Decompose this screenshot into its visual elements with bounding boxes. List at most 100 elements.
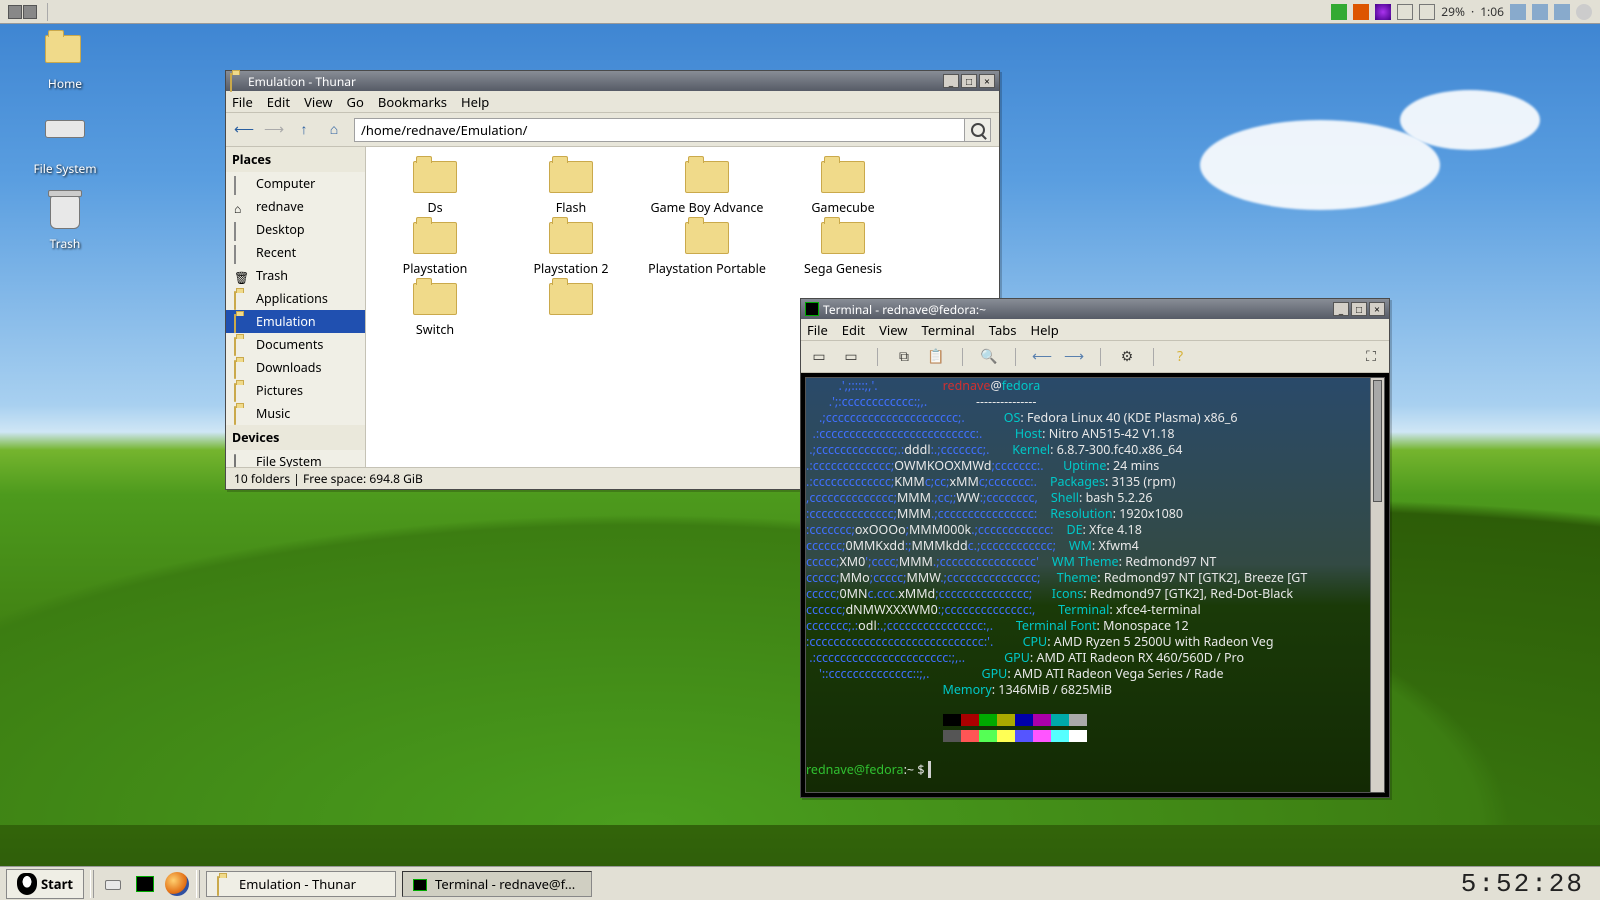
term-icon (413, 877, 429, 891)
new-window-button[interactable]: ▭ (841, 347, 861, 367)
quicklaunch-show-desktop[interactable] (100, 871, 126, 897)
places-item[interactable]: Recent (226, 241, 365, 264)
tray-icon[interactable] (1331, 4, 1347, 20)
battery-icon[interactable] (1419, 4, 1435, 20)
places-header: Places (226, 147, 365, 172)
places-item[interactable]: Documents (226, 333, 365, 356)
home-button[interactable]: ⌂ (324, 120, 344, 140)
desktop-icon-home[interactable]: Home (20, 35, 110, 92)
maximize-button[interactable]: □ (961, 74, 977, 88)
folder-item[interactable]: Switch (372, 283, 498, 338)
places-label: Emulation (256, 313, 316, 330)
places-item[interactable]: Desktop (226, 218, 365, 241)
devices-item[interactable]: File System (226, 450, 365, 467)
places-item[interactable]: Pictures (226, 379, 365, 402)
tray-icon[interactable] (1532, 4, 1548, 20)
places-item[interactable]: Applications (226, 287, 365, 310)
menu-help[interactable]: Help (461, 93, 489, 111)
up-button[interactable]: ↑ (294, 120, 314, 140)
menu-help[interactable]: Help (1030, 321, 1058, 339)
task-label: Emulation - Thunar (239, 875, 356, 893)
minimize-button[interactable]: _ (1333, 302, 1349, 316)
folder-item[interactable]: Playstation 2 (508, 222, 634, 277)
places-label: Trash (256, 267, 288, 284)
folder-item[interactable]: Playstation (372, 222, 498, 277)
taskbar-clock[interactable]: 5:52:28 (1451, 869, 1594, 899)
places-item[interactable]: ⌂rednave (226, 195, 365, 218)
help-button[interactable]: ? (1170, 347, 1190, 367)
task-button[interactable]: Terminal - rednave@f... (402, 871, 592, 897)
next-button[interactable]: ⟶ (1064, 347, 1084, 367)
folder-item[interactable]: Flash (508, 161, 634, 216)
menu-file[interactable]: File (807, 321, 828, 339)
find-button[interactable]: 🔍 (979, 347, 999, 367)
forward-button[interactable]: ⟶ (264, 120, 284, 140)
desktop-icon-trash[interactable]: Trash (20, 195, 110, 252)
folder-label: Ds (427, 199, 442, 216)
task-button[interactable]: Emulation - Thunar (206, 871, 396, 897)
folder-item[interactable]: Sega Genesis (780, 222, 906, 277)
copy-button[interactable]: ⧉ (894, 347, 914, 367)
menu-edit[interactable]: Edit (267, 93, 290, 111)
terminal-output[interactable]: .',;::::;,'. rednave@fedora .';:cccccccc… (805, 377, 1385, 793)
folder-item[interactable]: Ds (372, 161, 498, 216)
places-item[interactable]: Music (226, 402, 365, 425)
terminal-toolbar: ▭ ▭ ⧉ 📋 🔍 ⟵ ⟶ ⚙ ? ⛶ (801, 341, 1389, 373)
tray-icon[interactable] (1375, 4, 1391, 20)
folder-item[interactable]: Playstation Portable (644, 222, 770, 277)
search-button[interactable] (965, 118, 991, 142)
places-item[interactable]: Downloads (226, 356, 365, 379)
new-tab-button[interactable]: ▭ (809, 347, 829, 367)
maximize-button[interactable]: □ (1351, 302, 1367, 316)
prefs-button[interactable]: ⚙ (1117, 347, 1137, 367)
menu-file[interactable]: File (232, 93, 253, 111)
menu-bookmarks[interactable]: Bookmarks (378, 93, 447, 111)
places-item[interactable]: 🗑 Trash (226, 264, 365, 287)
clipboard-icon[interactable] (1397, 4, 1413, 20)
tray-icon[interactable] (1510, 4, 1526, 20)
prev-button[interactable]: ⟵ (1032, 347, 1052, 367)
terminal-titlebar[interactable]: Terminal - rednave@fedora:~ _ □ × (801, 299, 1389, 319)
trash-icon: 🗑 (234, 269, 250, 283)
desktop-icon-filesystem[interactable]: File System (20, 110, 110, 177)
drive-icon (45, 120, 85, 138)
folder-icon (821, 161, 865, 193)
quicklaunch-firefox[interactable] (164, 871, 190, 897)
folder-item[interactable]: Gamecube (780, 161, 906, 216)
paste-button[interactable]: 📋 (926, 347, 946, 367)
menu-edit[interactable]: Edit (842, 321, 865, 339)
tray-icon[interactable] (1554, 4, 1570, 20)
wallpaper-cloud (1200, 120, 1440, 210)
quicklaunch-terminal[interactable] (132, 871, 158, 897)
tray-icon[interactable] (1353, 4, 1369, 20)
folder-icon (685, 161, 729, 193)
menu-go[interactable]: Go (347, 93, 364, 111)
menu-tabs[interactable]: Tabs (989, 321, 1017, 339)
tray-icon[interactable] (1576, 4, 1592, 20)
folder-icon (230, 74, 244, 88)
places-item[interactable]: Computer (226, 172, 365, 195)
folder-label: Switch (416, 321, 454, 338)
folder-item[interactable]: Game Boy Advance (644, 161, 770, 216)
back-button[interactable]: ⟵ (234, 120, 254, 140)
workspace-switcher[interactable] (8, 5, 37, 19)
start-button[interactable]: Start (6, 869, 84, 899)
terminal-menubar: File Edit View Terminal Tabs Help (801, 319, 1389, 341)
menu-view[interactable]: View (879, 321, 907, 339)
places-item[interactable]: Emulation (226, 310, 365, 333)
folder-icon (549, 283, 593, 315)
minimize-button[interactable]: _ (943, 74, 959, 88)
close-button[interactable]: × (1369, 302, 1385, 316)
fullscreen-button[interactable]: ⛶ (1361, 347, 1381, 367)
terminal-icon (805, 302, 819, 316)
close-button[interactable]: × (979, 74, 995, 88)
thunar-titlebar[interactable]: Emulation - Thunar _ □ × (226, 71, 999, 91)
start-label: Start (41, 875, 73, 893)
location-input[interactable] (354, 118, 965, 142)
folder-icon (549, 222, 593, 254)
menu-terminal[interactable]: Terminal (922, 321, 975, 339)
scrollbar[interactable] (1370, 378, 1384, 792)
menu-view[interactable]: View (304, 93, 332, 111)
folder-item[interactable] (508, 283, 634, 338)
thunar-toolbar: ⟵ ⟶ ↑ ⌂ (226, 113, 999, 147)
